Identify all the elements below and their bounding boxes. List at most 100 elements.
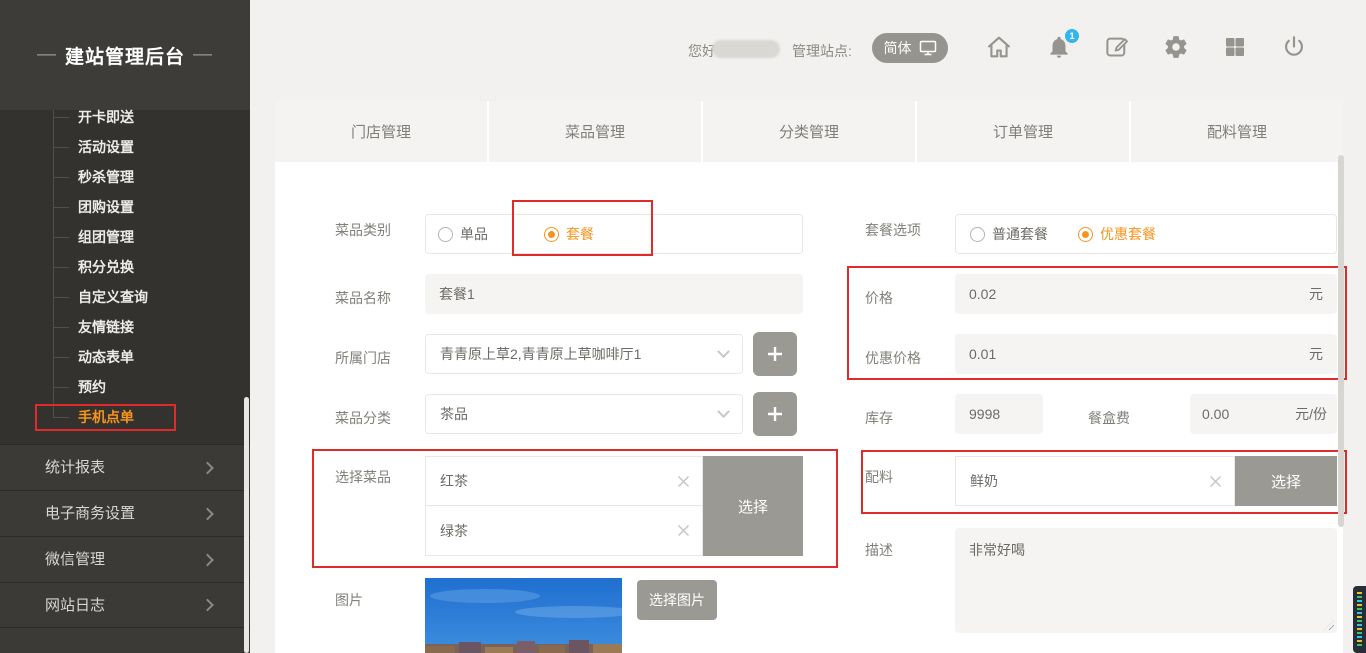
- price-unit: 元: [1309, 284, 1323, 304]
- sidebar: — 建站管理后台 — 开卡即送 活动设置 秒杀管理 团购设置 组团管理 积分兑换…: [0, 0, 250, 653]
- dish-name-input[interactable]: 套餐1: [425, 274, 803, 314]
- sidebar-item-points[interactable]: 积分兑换: [0, 252, 250, 282]
- sidebar-item-dynamic-form[interactable]: 动态表单: [0, 342, 250, 372]
- radio-icon: [970, 227, 985, 242]
- sidebar-item-links[interactable]: 友情链接: [0, 312, 250, 342]
- select-dishes-button[interactable]: 选择: [703, 456, 803, 556]
- screen: — 建站管理后台 — 开卡即送 活动设置 秒杀管理 团购设置 组团管理 积分兑换…: [0, 0, 1366, 653]
- ingredients-label: 配料: [865, 467, 893, 487]
- dish-class-select[interactable]: 茶品: [425, 394, 743, 434]
- description-textarea[interactable]: 非常好喝: [955, 528, 1337, 633]
- chevron-down-icon: [717, 345, 730, 358]
- sidebar-item-group[interactable]: 组团管理: [0, 222, 250, 252]
- store-label: 所属门店: [335, 348, 391, 368]
- radio-combo[interactable]: 套餐: [544, 224, 594, 244]
- monitor-icon: [919, 40, 937, 56]
- description-label: 描述: [865, 540, 893, 560]
- box-fee-unit: 元/份: [1295, 404, 1327, 424]
- grid-icon[interactable]: [1220, 33, 1250, 63]
- tab-category-management[interactable]: 分类管理: [703, 101, 915, 162]
- description-value: 非常好喝: [969, 542, 1025, 558]
- bell-icon[interactable]: 1: [1044, 33, 1074, 63]
- box-fee-input[interactable]: 0.00 元/份: [1190, 394, 1337, 434]
- dish-image: [425, 578, 622, 653]
- radio-label: 普通套餐: [992, 224, 1048, 244]
- sidebar-item-reservation[interactable]: 预约: [0, 372, 250, 402]
- close-icon[interactable]: [677, 475, 690, 488]
- sidebar-item-groupbuy[interactable]: 团购设置: [0, 192, 250, 222]
- store-select[interactable]: 青青原上草2,青青原上草咖啡厅1: [425, 334, 743, 374]
- stock-input[interactable]: 9998: [955, 394, 1043, 434]
- tab-ingredient-management[interactable]: 配料管理: [1131, 101, 1343, 162]
- section-label: 统计报表: [45, 459, 105, 476]
- site-label: 管理站点:: [792, 41, 852, 61]
- category-radio-group: 单品 套餐: [425, 214, 803, 254]
- discount-price-unit: 元: [1309, 344, 1323, 364]
- dish-class-value: 茶品: [440, 404, 468, 424]
- tab-dish-management[interactable]: 菜品管理: [489, 101, 701, 162]
- username-redacted: [712, 40, 780, 58]
- add-store-button[interactable]: [753, 332, 797, 376]
- sidebar-item-mobile-order[interactable]: 手机点单: [0, 402, 250, 432]
- radio-normal-combo[interactable]: 普通套餐: [970, 224, 1048, 244]
- sidebar-section-logs[interactable]: 网站日志: [0, 582, 250, 628]
- chevron-right-icon: [201, 599, 214, 612]
- selected-dish-row: 绿茶: [425, 506, 703, 556]
- radio-label: 套餐: [566, 224, 594, 244]
- sidebar-section-wechat[interactable]: 微信管理: [0, 536, 250, 582]
- discount-price-label: 优惠价格: [865, 348, 921, 368]
- radio-label: 优惠套餐: [1100, 224, 1156, 244]
- combo-option-radio-group: 普通套餐 优惠套餐: [955, 214, 1337, 254]
- home-icon[interactable]: [984, 33, 1014, 63]
- add-dish-class-button[interactable]: [753, 392, 797, 436]
- combo-option-label: 套餐选项: [865, 220, 921, 240]
- selected-dish-row: 红茶: [425, 456, 703, 506]
- dish-name-value: 套餐1: [439, 284, 475, 304]
- side-widget-stripe: [1357, 592, 1362, 647]
- select-ingredient-button[interactable]: 选择: [1235, 456, 1337, 506]
- tab-store-management[interactable]: 门店管理: [275, 101, 487, 162]
- select-image-button[interactable]: 选择图片: [637, 580, 717, 620]
- price-input[interactable]: 0.02 元: [955, 274, 1337, 314]
- radio-icon: [438, 227, 453, 242]
- stock-label: 库存: [865, 408, 893, 428]
- tab-order-management[interactable]: 订单管理: [917, 101, 1129, 162]
- section-label: 电子商务设置: [45, 505, 135, 522]
- gear-icon[interactable]: [1161, 33, 1191, 63]
- price-label: 价格: [865, 288, 893, 308]
- sidebar-item-custom-query[interactable]: 自定义查询: [0, 282, 250, 312]
- dish-name-label: 菜品名称: [335, 288, 391, 308]
- tab-bar: 门店管理 菜品管理 分类管理 订单管理 配料管理: [275, 101, 1343, 162]
- logo-dash-right: —: [193, 44, 213, 66]
- sidebar-item-activity[interactable]: 活动设置: [0, 132, 250, 162]
- box-fee-label: 餐盒费: [1088, 408, 1130, 428]
- radio-single-dish[interactable]: 单品: [438, 224, 488, 244]
- chevron-right-icon: [201, 461, 214, 474]
- sidebar-item-seckill[interactable]: 秒杀管理: [0, 162, 250, 192]
- content-scrollbar[interactable]: [1338, 155, 1344, 527]
- chevron-right-icon: [201, 553, 214, 566]
- sidebar-scrollbar[interactable]: [244, 397, 249, 653]
- discount-price-input[interactable]: 0.01 元: [955, 334, 1337, 374]
- resize-handle[interactable]: [1324, 620, 1334, 630]
- plus-icon: [765, 344, 785, 364]
- category-label: 菜品类别: [335, 220, 391, 240]
- dish-class-label: 菜品分类: [335, 408, 391, 428]
- sidebar-sections: 统计报表 电子商务设置 微信管理 网站日志: [0, 444, 250, 653]
- close-icon[interactable]: [677, 524, 690, 537]
- compose-icon[interactable]: [1102, 33, 1132, 63]
- radio-discount-combo[interactable]: 优惠套餐: [1078, 224, 1156, 244]
- notification-badge: 1: [1065, 29, 1079, 43]
- close-icon[interactable]: [1209, 475, 1222, 488]
- power-icon[interactable]: [1279, 33, 1309, 63]
- sidebar-section-stats[interactable]: 统计报表: [0, 444, 250, 490]
- language-button[interactable]: 简体: [872, 33, 948, 63]
- ingredient-value: 鲜奶: [970, 471, 998, 491]
- sidebar-item-card-gift[interactable]: 开卡即送: [0, 102, 250, 132]
- radio-icon: [544, 227, 559, 242]
- sidebar-section-ecommerce[interactable]: 电子商务设置: [0, 490, 250, 536]
- side-widget[interactable]: [1353, 586, 1366, 653]
- logo-dash-left: —: [37, 44, 57, 66]
- image-label: 图片: [335, 590, 363, 610]
- radio-icon: [1078, 227, 1093, 242]
